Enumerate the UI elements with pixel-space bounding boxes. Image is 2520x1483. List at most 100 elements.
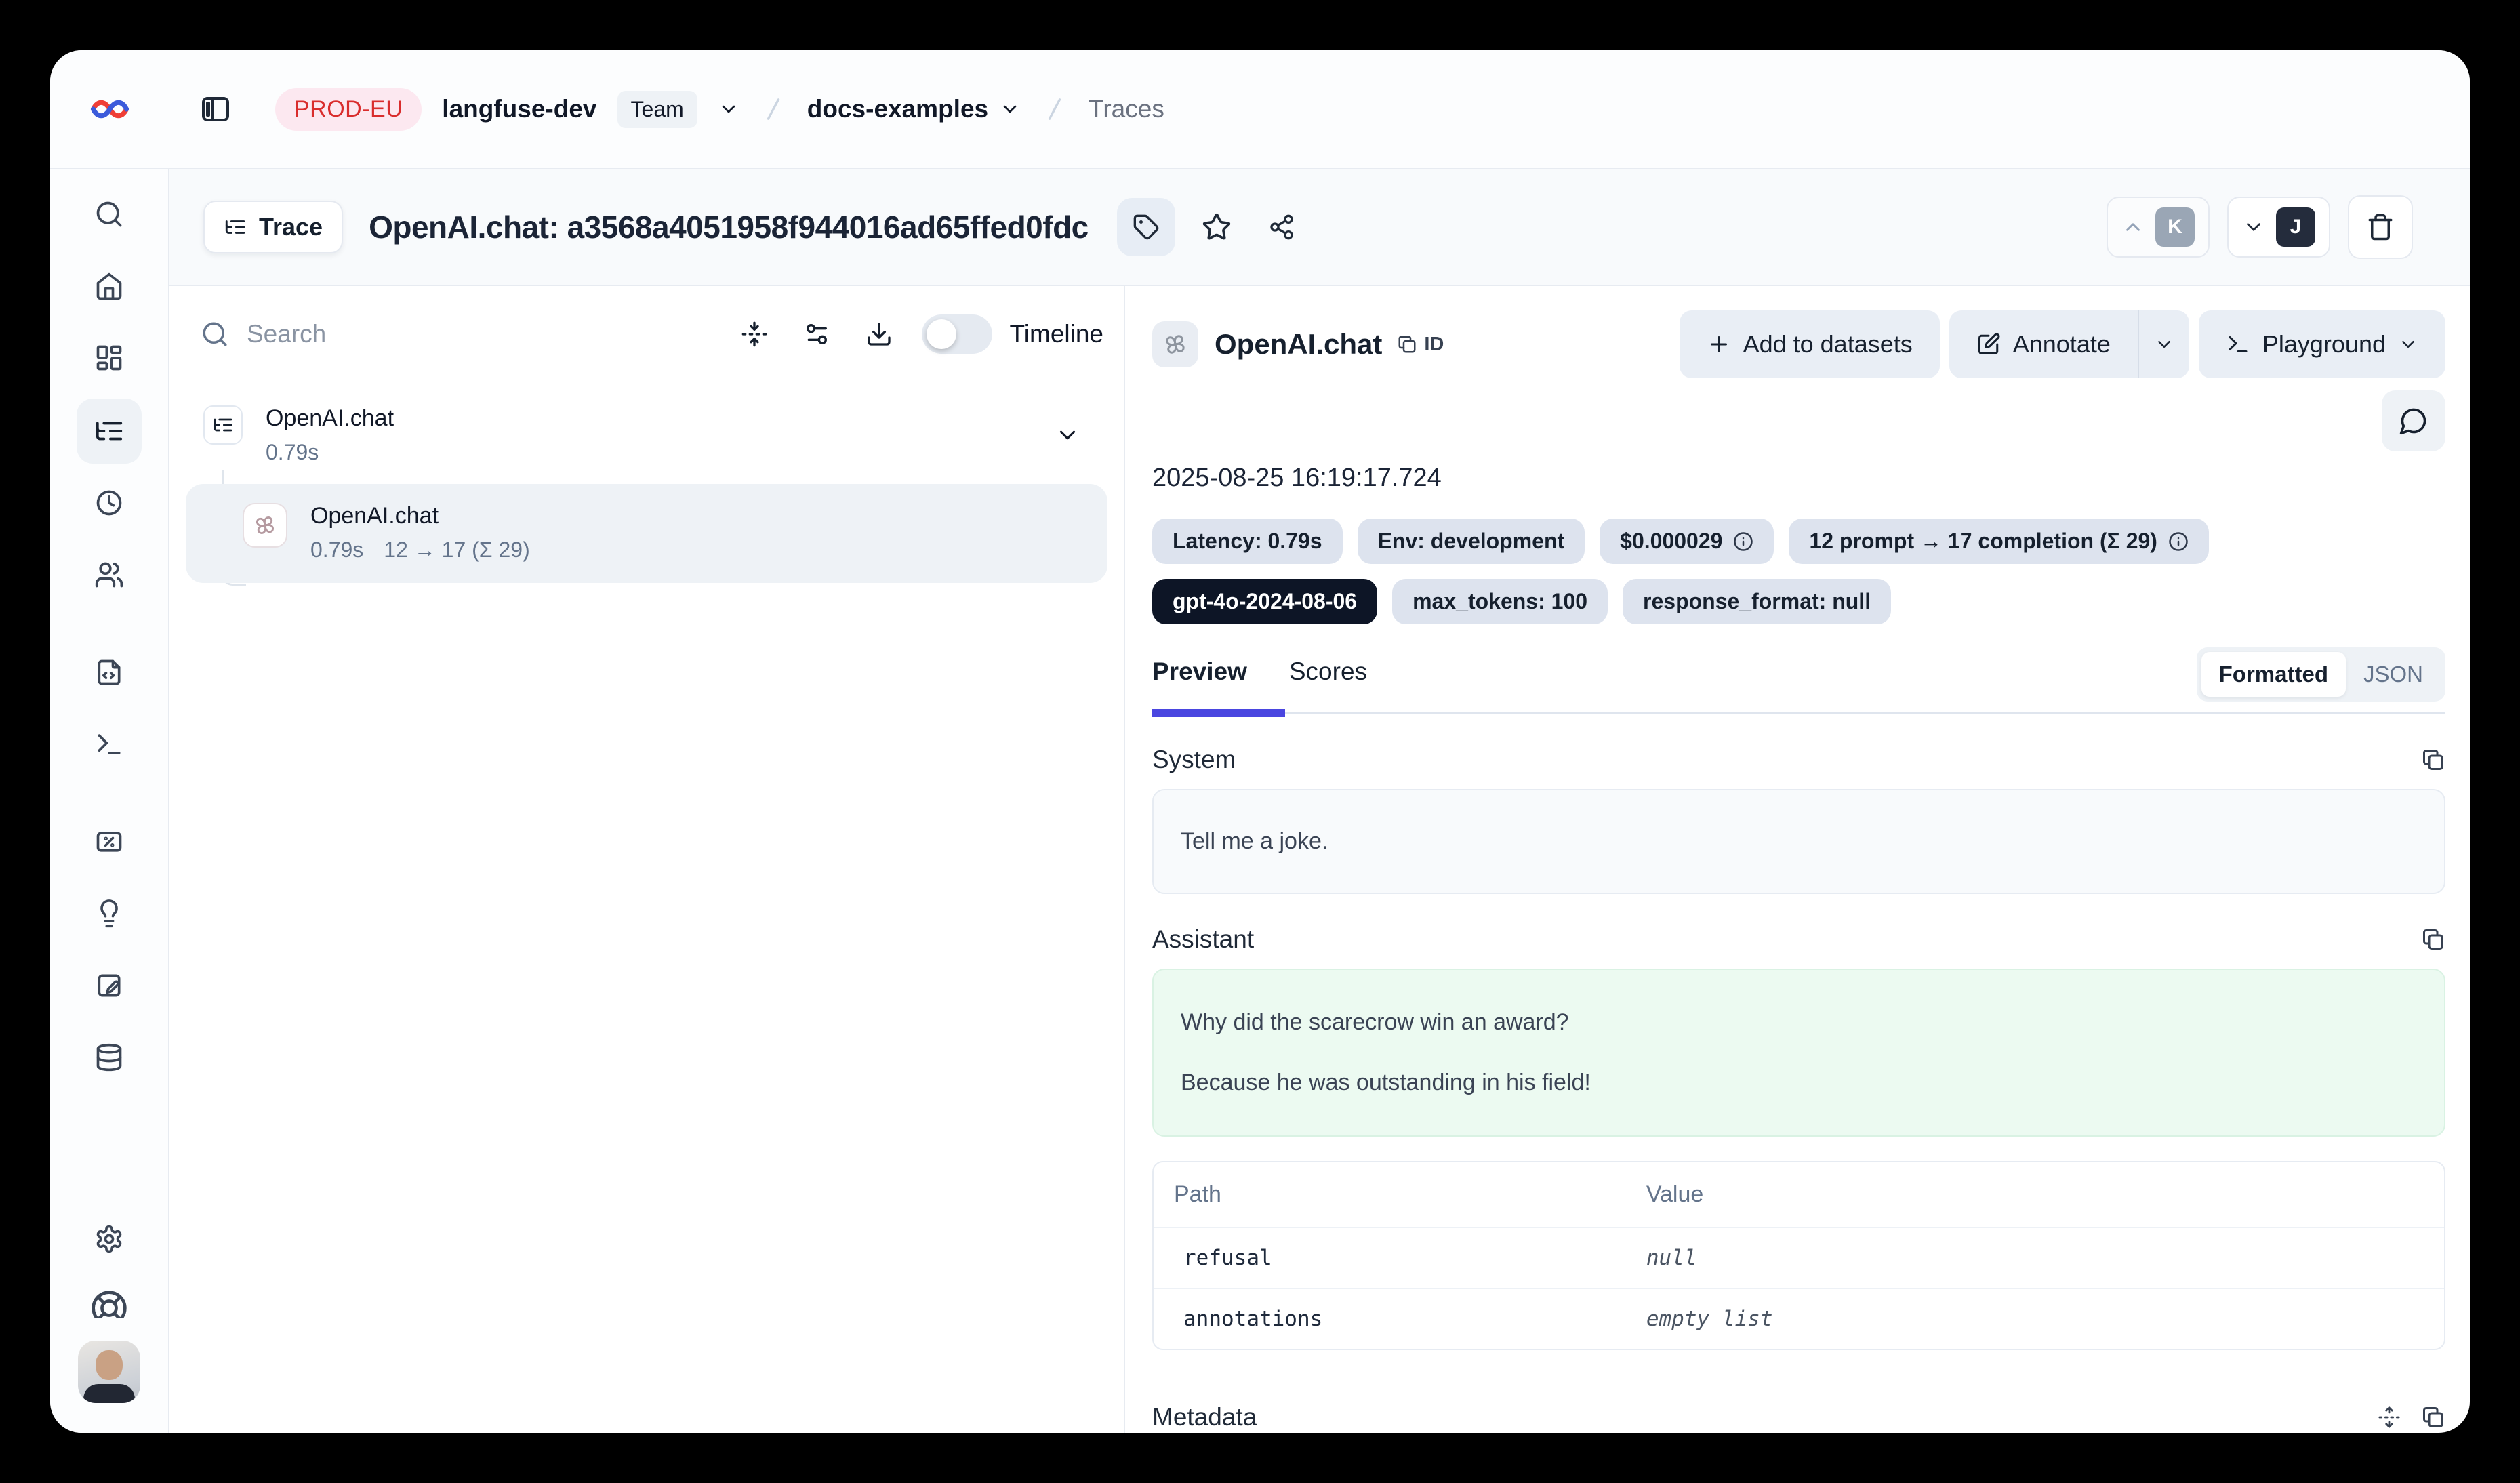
system-section-title: System [1152,746,1236,774]
timeline-toggle-label: Timeline [1010,320,1103,348]
copy-metadata-button[interactable] [2421,1405,2445,1429]
environment-badge: Env: development [1358,519,1585,564]
add-to-datasets-label: Add to datasets [1743,330,1913,359]
environment-badge: PROD-EU [275,88,422,131]
breadcrumb-org[interactable]: langfuse-dev [442,95,596,123]
org-switcher-chevron-icon[interactable] [718,98,739,120]
toggle-knob [927,319,956,349]
sidebar-toggle-button[interactable] [194,87,237,131]
trace-title: OpenAI.chat: a3568a4051958f944016ad65ffe… [369,209,1089,245]
info-icon[interactable] [1733,531,1753,552]
copy-icon [2421,748,2445,772]
sidebar-item-tracing[interactable] [77,399,142,464]
active-tab-indicator [1152,709,1285,717]
openai-icon [251,512,279,539]
observation-tree: OpenAI.chat 0.79s OpenAI.chat [169,382,1124,583]
percent-card-icon [94,827,124,857]
sidebar-item-home[interactable] [87,264,131,308]
comment-row [1152,390,2445,451]
expand-metadata-button[interactable] [2378,1406,2401,1429]
sidebar-item-support[interactable] [90,1289,128,1318]
avatar-torso [83,1384,135,1403]
table-row: annotations empty list [1154,1288,2444,1349]
breadcrumb-section[interactable]: Traces [1089,95,1164,123]
generation-node-name: OpenAI.chat [310,503,530,529]
copy-icon [1397,334,1417,354]
comments-button[interactable] [2382,390,2445,451]
bookmark-star-button[interactable] [1193,203,1240,251]
copy-assistant-button[interactable] [2421,927,2445,952]
org-type-badge: Team [617,91,697,128]
user-avatar[interactable] [78,1341,140,1403]
tree-row-trace[interactable]: OpenAI.chat 0.79s [186,396,1107,472]
sidebar-item-datasets[interactable] [87,1036,131,1079]
sidebar-item-users[interactable] [87,553,131,596]
tree-settings-button[interactable] [797,314,836,354]
annotate-label: Annotate [2013,330,2111,359]
sidebar-item-evaluation[interactable] [87,892,131,935]
tab-preview[interactable]: Preview [1152,657,1247,686]
model-badge[interactable]: gpt-4o-2024-08-06 [1152,579,1377,624]
search-icon [201,320,229,348]
sidebar-item-dashboards[interactable] [87,336,131,380]
view-mode-formatted[interactable]: Formatted [2201,652,2346,697]
copy-id-button[interactable]: ID [1397,333,1444,356]
download-button[interactable] [859,314,899,354]
timeline-toggle[interactable] [922,314,992,354]
assistant-message-line: Why did the scarecrow win an award? [1181,1005,2417,1040]
openai-icon [1161,330,1190,359]
shortcut-key-k: K [2155,207,2195,247]
trace-type-badge: Trace [203,201,343,253]
sidebar-item-scores[interactable] [87,820,131,864]
delete-trace-button[interactable] [2348,195,2413,259]
panel-left-icon [199,93,232,125]
previous-trace-button[interactable]: K [2107,197,2210,258]
system-section-header: System [1152,746,2445,774]
annotate-dropdown-button[interactable] [2138,310,2189,378]
view-mode-json[interactable]: JSON [2346,652,2441,697]
share-button[interactable] [1258,203,1305,251]
tab-scores[interactable]: Scores [1289,657,1367,686]
annotate-button[interactable]: Annotate [1949,310,2138,378]
message-bubble-icon [2399,406,2428,436]
table-header-row: Path Value [1154,1162,2444,1227]
trace-node-duration: 0.79s [266,440,319,465]
chevron-up-icon [2121,216,2145,239]
observation-stat-badges: Latency: 0.79s Env: development $0.00002… [1152,519,2445,564]
collapse-all-button[interactable] [735,314,774,354]
copy-system-button[interactable] [2421,748,2445,772]
assistant-section-title: Assistant [1152,925,1254,954]
metadata-section-header: Metadata [1152,1403,2445,1431]
openai-observation-badge [1152,321,1198,367]
collapse-chevron-icon[interactable] [1055,422,1080,448]
tree-search-row: Timeline [169,286,1124,382]
model-parameter-badges: gpt-4o-2024-08-06 max_tokens: 100 respon… [1152,579,2445,624]
detail-tabs: Preview Scores Formatted JSON [1152,647,2445,714]
info-icon[interactable] [2168,531,2189,552]
sidebar-item-sessions[interactable] [87,481,131,525]
file-code-icon [94,657,124,687]
sidebar-item-settings[interactable] [87,1217,131,1261]
sidebar-item-annotation[interactable] [87,964,131,1007]
observation-name: OpenAI.chat [1215,328,1382,361]
next-trace-button[interactable]: J [2227,197,2330,258]
sidebar-item-search[interactable] [87,192,131,236]
download-icon [866,321,893,348]
lifebuoy-icon [90,1289,128,1318]
tag-button[interactable] [1117,198,1175,256]
shortcut-key-j: J [2276,207,2315,247]
users-icon [94,560,124,590]
project-switcher-chevron-icon[interactable] [999,98,1021,120]
search-input[interactable] [247,320,712,348]
playground-button[interactable]: Playground [2199,310,2445,378]
sidebar-item-prompts[interactable] [87,651,131,694]
tree-row-generation-selected[interactable]: OpenAI.chat 0.79s 12 → 17 (Σ 29) [186,484,1107,583]
sidebar-item-playground[interactable] [87,723,131,766]
icon-sidebar [50,169,169,1433]
breadcrumb-project[interactable]: docs-examples [807,95,1021,123]
add-to-datasets-button[interactable]: Add to datasets [1680,310,1940,378]
top-navigation-bar: PROD-EU langfuse-dev Team docs-examples … [50,50,2470,169]
langfuse-logo[interactable] [50,96,169,122]
lightbulb-icon [94,899,124,929]
star-icon [1202,212,1232,242]
